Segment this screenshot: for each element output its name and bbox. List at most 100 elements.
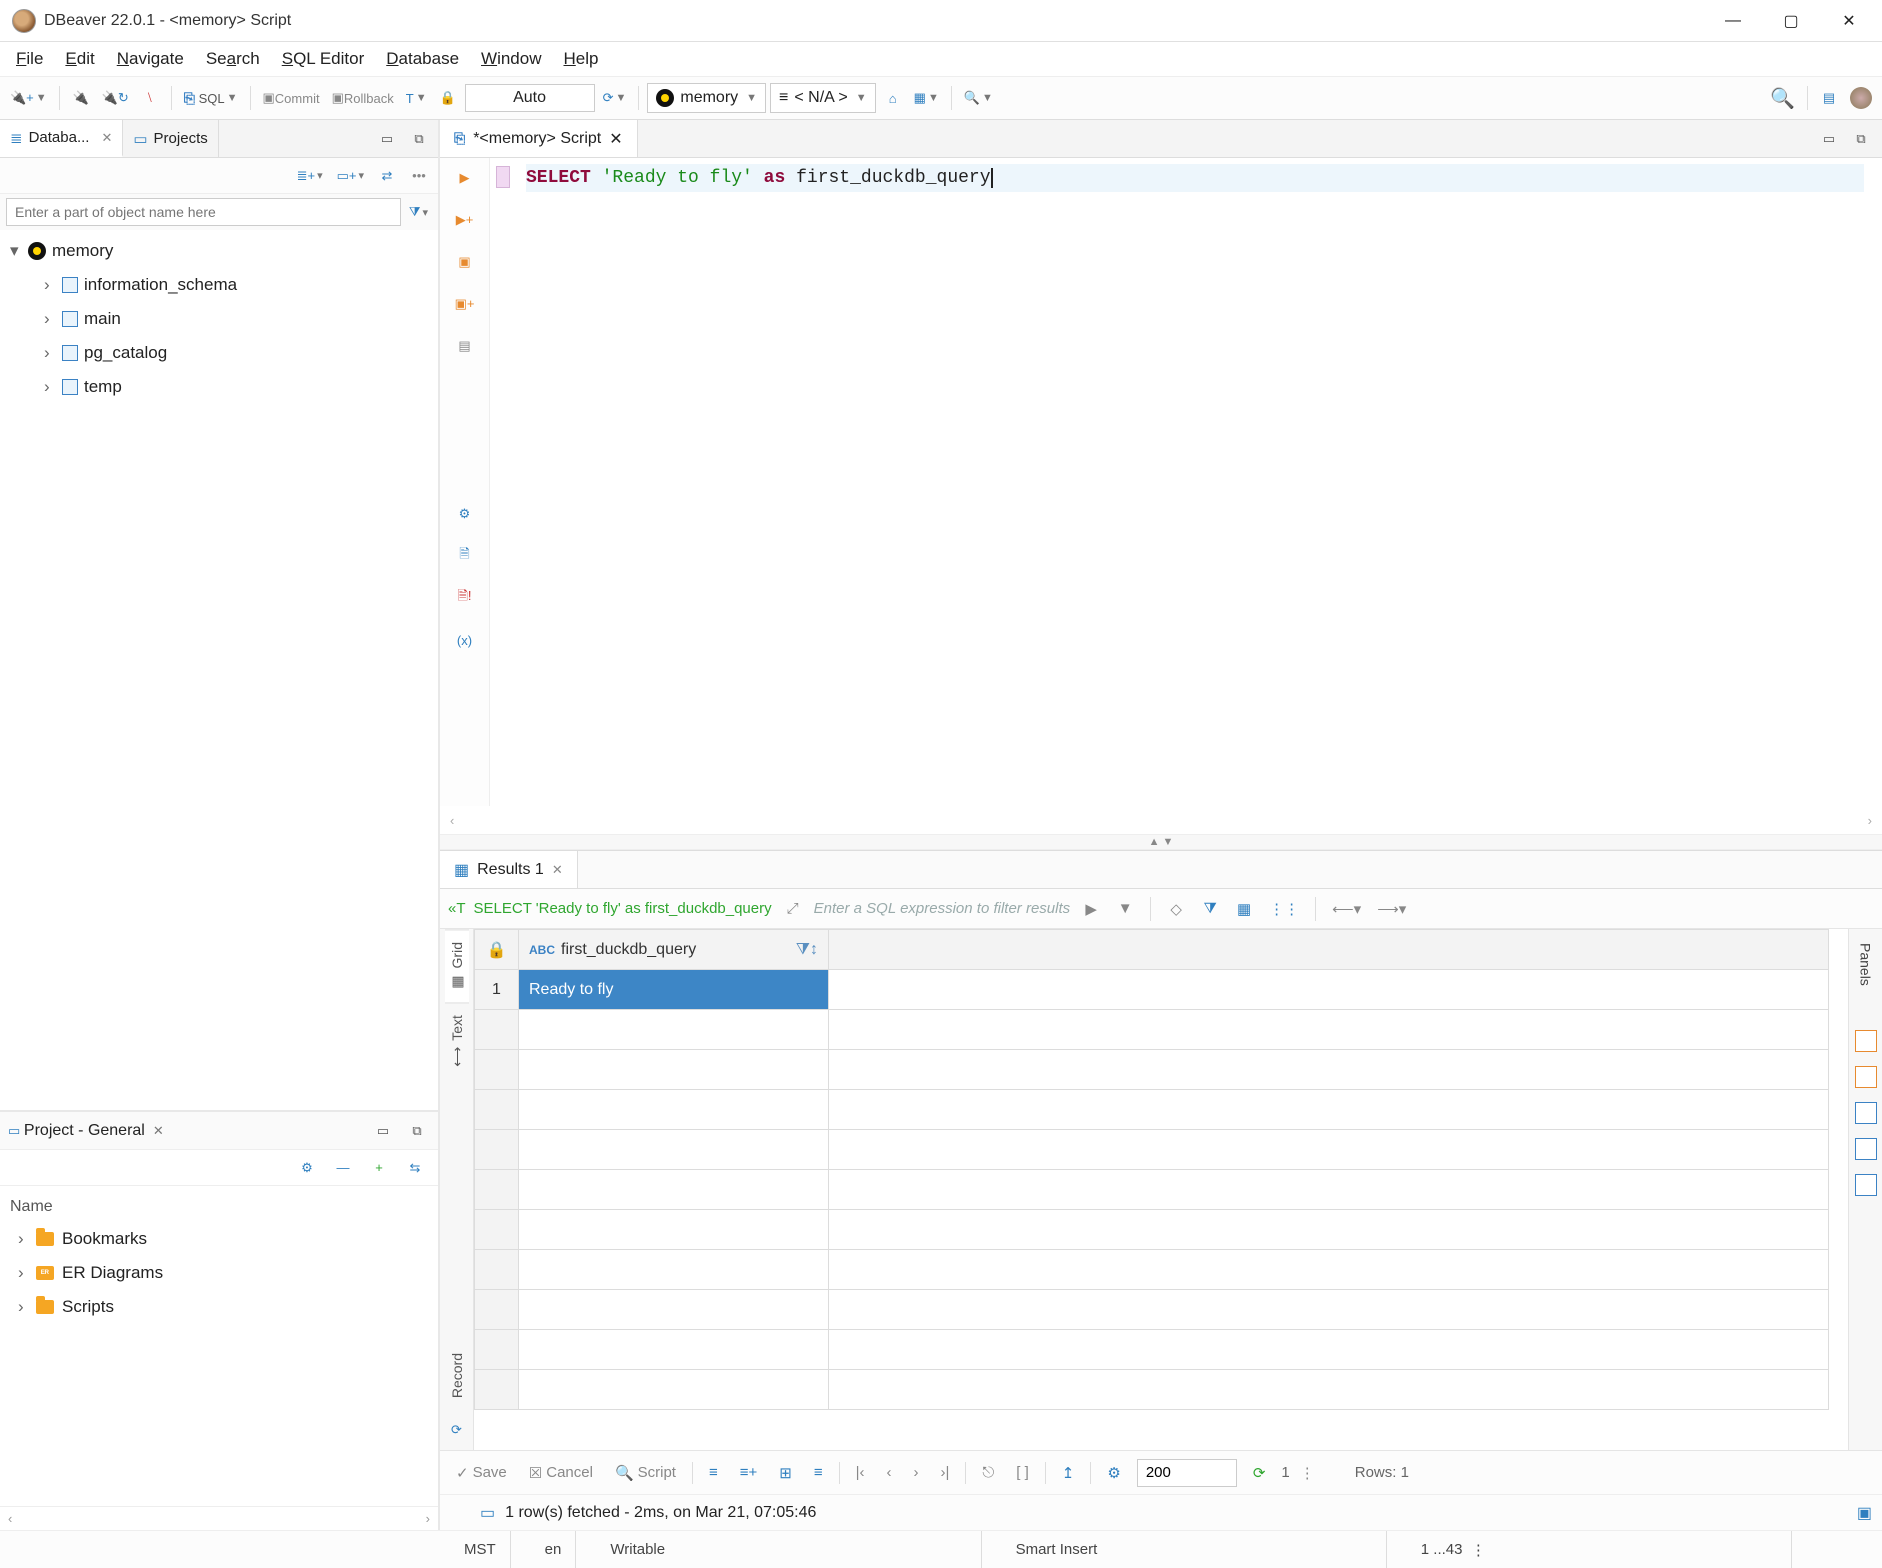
results-tab-1[interactable]: ▦Results 1✕ xyxy=(440,851,578,888)
minimize-panel-icon[interactable]: ▭ xyxy=(374,125,400,153)
column-header[interactable]: ABCfirst_duckdb_query⧩↕ xyxy=(519,930,829,970)
columns-icon[interactable]: ⋮⋮ xyxy=(1265,895,1303,923)
connect-icon[interactable]: 🔌 xyxy=(68,84,94,112)
menu-database[interactable]: Database xyxy=(376,44,469,74)
del-row-icon[interactable]: ≡ xyxy=(808,1462,829,1483)
table-row[interactable]: 1 Ready to fly xyxy=(475,970,1829,1010)
sql-editor[interactable]: SELECT 'Ready to fly' as first_duckdb_qu… xyxy=(490,158,1882,806)
home-icon[interactable]: ⌂ xyxy=(880,84,906,112)
editor-resizer[interactable]: ▲ ▼ xyxy=(440,834,1882,850)
results-refresh-icon[interactable]: ⟳ xyxy=(444,1416,470,1444)
save-button[interactable]: ✓ Save xyxy=(450,1462,513,1484)
results-view-record[interactable]: Record xyxy=(445,1341,469,1410)
history-icon[interactable]: ⟳▼ xyxy=(599,84,631,112)
panels-toggle[interactable]: Panels xyxy=(1858,937,1874,992)
results-filter-input[interactable]: Enter a SQL expression to filter results xyxy=(814,900,1071,917)
minimize-editor-icon[interactable]: ▭ xyxy=(1816,125,1842,153)
editor-tab-script[interactable]: ⎘*<memory> Script✕ xyxy=(440,120,638,157)
refresh-nav-icon[interactable]: ⇄ xyxy=(374,162,400,190)
explain-icon[interactable]: ▤ xyxy=(451,332,479,360)
editor-save-icon[interactable]: 🗎 xyxy=(451,542,479,570)
nav-fwd-icon[interactable]: ⟶▾ xyxy=(1373,895,1410,923)
menu-edit[interactable]: Edit xyxy=(55,44,104,74)
menu-navigate[interactable]: Navigate xyxy=(107,44,194,74)
tree-schema-temp[interactable]: ›temp xyxy=(6,370,432,404)
metadata-panel-icon[interactable] xyxy=(1855,1138,1877,1160)
close-icon[interactable]: ✕ xyxy=(95,130,112,146)
last-page-icon[interactable]: ›| xyxy=(935,1462,956,1483)
results-view-grid[interactable]: ▦ Grid xyxy=(445,929,469,1003)
auto-commit-select[interactable]: Auto xyxy=(465,84,595,112)
grouping-panel-icon[interactable] xyxy=(1855,1066,1877,1088)
refresh-icon[interactable]: ⟳ xyxy=(1247,1462,1272,1484)
filter-icon[interactable]: ⧩▾ xyxy=(405,198,432,226)
add-row-icon[interactable]: ≡+ xyxy=(734,1462,764,1483)
editor-var-icon[interactable]: (x) xyxy=(451,626,479,654)
proj-link-icon[interactable]: ⇆ xyxy=(402,1154,428,1182)
rollback-button[interactable]: ▣ Rollback xyxy=(328,84,398,112)
tree-schema-main[interactable]: ›main xyxy=(6,302,432,336)
proj-add-icon[interactable]: + xyxy=(366,1154,392,1182)
reconnect-icon[interactable]: 🔌↻ xyxy=(98,84,133,112)
proj-delete-icon[interactable]: — xyxy=(330,1154,356,1182)
execute-new-tab-icon[interactable]: ▶+ xyxy=(451,206,479,234)
close-button[interactable]: ✕ xyxy=(1820,0,1878,42)
refs-panel-icon[interactable] xyxy=(1855,1174,1877,1196)
menu-window[interactable]: Window xyxy=(471,44,551,74)
apply-filter-icon[interactable]: ▶ xyxy=(1078,895,1104,923)
expand-sql-icon[interactable]: ⤢ xyxy=(780,895,806,923)
fetch-all-icon[interactable]: [ ] xyxy=(1010,1462,1035,1483)
autorefresh-icon[interactable]: ⎋ xyxy=(976,1462,1000,1483)
filter-menu-icon[interactable]: ▼ xyxy=(1112,895,1138,923)
lock-icon[interactable]: 🔒 xyxy=(435,84,461,112)
minimize-panel-icon[interactable]: ▭ xyxy=(370,1117,396,1145)
next-page-icon[interactable]: › xyxy=(908,1462,925,1483)
search-icon[interactable]: 🔍▼ xyxy=(960,84,997,112)
first-page-icon[interactable]: |‹ xyxy=(850,1462,871,1483)
new-connection-icon[interactable]: 🔌+▼ xyxy=(6,84,51,112)
proj-settings-icon[interactable]: ⚙ xyxy=(294,1154,320,1182)
disconnect-icon[interactable]: ⧵ xyxy=(137,84,163,112)
close-icon[interactable]: ✕ xyxy=(153,1123,164,1139)
editor-settings-icon[interactable]: ⚙ xyxy=(451,500,479,528)
dashboard-icon[interactable]: ▦▼ xyxy=(910,84,943,112)
fetch-size-input[interactable] xyxy=(1137,1459,1237,1487)
restore-editor-icon[interactable]: ⧉ xyxy=(1848,125,1874,153)
maximize-results-icon[interactable]: ▣ xyxy=(1857,1503,1872,1523)
minimize-button[interactable]: — xyxy=(1704,0,1762,42)
schema-selector[interactable]: ≡ < N/A > ▼ xyxy=(770,83,876,113)
new-db-icon[interactable]: ≣+▾ xyxy=(293,162,327,190)
menu-help[interactable]: Help xyxy=(554,44,609,74)
results-view-text[interactable]: ⟷ Text xyxy=(445,1003,469,1079)
maximize-button[interactable]: ▢ xyxy=(1762,0,1820,42)
export-icon[interactable]: ↥ xyxy=(1056,1462,1081,1484)
prev-page-icon[interactable]: ‹ xyxy=(881,1462,898,1483)
dup-row-icon[interactable]: ⊞ xyxy=(773,1462,798,1484)
cell-value[interactable]: Ready to fly xyxy=(519,970,829,1010)
new-folder-icon[interactable]: ▭+▾ xyxy=(333,162,368,190)
tx-mode-icon[interactable]: T▼ xyxy=(402,84,431,112)
restore-panel-icon[interactable]: ⧉ xyxy=(404,1117,430,1145)
edit-row-icon[interactable]: ≡ xyxy=(703,1462,724,1483)
script-button[interactable]: 🔍 Script xyxy=(609,1462,682,1484)
tab-projects[interactable]: ▭Projects xyxy=(123,120,218,157)
results-grid[interactable]: 🔒 ABCfirst_duckdb_query⧩↕ 1 Ready to fly xyxy=(474,929,1848,1450)
cancel-button[interactable]: ☒ Cancel xyxy=(523,1462,599,1484)
menu-sql-editor[interactable]: SQL Editor xyxy=(272,44,375,74)
execute-script-icon[interactable]: ▣ xyxy=(451,248,479,276)
execute-plan-icon[interactable]: ▣+ xyxy=(451,290,479,318)
sql-editor-button[interactable]: ⎘ SQL▼ xyxy=(180,84,242,112)
clear-filter-icon[interactable]: ◇ xyxy=(1163,895,1189,923)
execute-icon[interactable]: ▶ xyxy=(451,164,479,192)
beaver-icon[interactable] xyxy=(1846,84,1876,112)
more-nav-icon[interactable]: ••• xyxy=(406,162,432,190)
calc-panel-icon[interactable] xyxy=(1855,1102,1877,1124)
tab-database-navigator[interactable]: ≣Databa...✕ xyxy=(0,120,123,157)
menu-file[interactable]: File xyxy=(6,44,53,74)
nav-back-icon[interactable]: ⟵▾ xyxy=(1328,895,1365,923)
nav-filter-input[interactable] xyxy=(6,198,401,226)
save-filter-icon[interactable]: ▦ xyxy=(1231,895,1257,923)
global-search-icon[interactable]: 🔍 xyxy=(1766,84,1799,112)
commit-button[interactable]: ▣ Commit xyxy=(259,84,324,112)
tree-schema-pgcatalog[interactable]: ›pg_catalog xyxy=(6,336,432,370)
